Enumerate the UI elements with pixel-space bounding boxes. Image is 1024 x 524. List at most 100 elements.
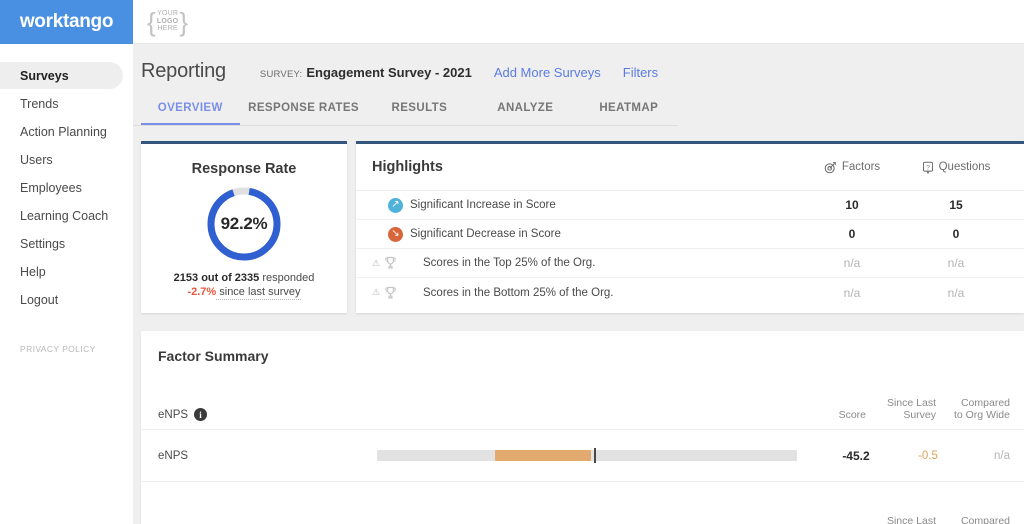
highlights-questions-value: n/a (947, 285, 965, 300)
highlights-icon-slot: ⚠ (372, 286, 416, 300)
sidebar-item-help[interactable]: Help (0, 258, 133, 285)
highlights-title: Highlights (372, 159, 443, 175)
factor-compared-value: n/a (994, 449, 1010, 462)
column-header-since-last-survey: Since Last Survey (866, 515, 936, 524)
logo-placeholder-text: YOUR LOGO HERE (156, 10, 179, 33)
highlights-questions-value: 0 (952, 227, 960, 241)
tab-results[interactable]: RESULTS (368, 102, 471, 125)
factor-group-name: eNPS (158, 408, 189, 421)
question-box-icon: ? (922, 161, 933, 174)
main-area: { YOUR LOGO HERE } Reporting SURVEY: Eng… (133, 0, 1024, 524)
brand-name: worktango (19, 11, 114, 32)
logo-line-1: YOUR (157, 10, 179, 18)
highlights-factors-value: n/a (843, 285, 861, 300)
highlights-col-questions-label: Questions (938, 161, 991, 173)
highlights-row-decrease: ↘ Significant Decrease in Score 0 0 (356, 220, 1024, 249)
survey-label: SURVEY: (259, 69, 303, 80)
arrow-up-circle-icon: ↗ (388, 197, 403, 213)
header-band: Reporting SURVEY: Engagement Survey - 20… (133, 44, 1024, 126)
highlights-questions-value: n/a (947, 256, 965, 270)
response-rate-percent: 92.2% (220, 214, 268, 233)
filters-link[interactable]: Filters (623, 65, 658, 80)
info-icon[interactable]: i (194, 408, 208, 421)
column-header-since-last-survey: Since Last Survey (866, 397, 936, 421)
highlights-questions-value: 15 (949, 198, 963, 212)
factor-score-value: -45.2 (842, 448, 870, 463)
app-root: worktango Surveys Trends Action Planning… (0, 0, 1024, 524)
highlights-row-label: Significant Increase in Score (410, 199, 556, 211)
privacy-policy-link[interactable]: PRIVACY POLICY (20, 344, 96, 354)
highlights-card: Highlights Factors ? Questions ↗ Signifi… (356, 141, 1024, 313)
sidebar-item-label: Surveys (20, 68, 69, 83)
add-more-surveys-link[interactable]: Add More Surveys (494, 65, 601, 80)
sidebar-item-trends[interactable]: Trends (0, 90, 133, 117)
factor-row-name: eNPS (158, 449, 189, 462)
tab-analyze[interactable]: ANALYZE (471, 102, 579, 125)
brace-left-icon: { (147, 6, 156, 37)
key-factors-header: Key Factors Score Since Last Survey Comp… (141, 496, 1024, 524)
highlights-row-top25: ⚠ Scores in the Top 25% of the Org. n/a … (356, 249, 1024, 278)
content-area: Response Rate 92.2% 2153 out of 2335 res… (133, 126, 1024, 524)
survey-name: Engagement Survey - 2021 (306, 65, 472, 80)
sidebar-nav: Surveys Trends Action Planning Users Emp… (0, 44, 133, 313)
sidebar-item-learning-coach[interactable]: Learning Coach (0, 202, 133, 229)
header-row: Reporting SURVEY: Engagement Survey - 20… (133, 60, 1024, 83)
tab-response-rates[interactable]: RESPONSE RATES (240, 102, 368, 125)
highlights-row-label-wrap: ⚠ Scores in the Bottom 25% of the Org. (372, 286, 800, 300)
compared-line1: Compared (960, 515, 1010, 524)
warning-triangle-icon: ⚠ (372, 257, 381, 268)
arrow-down-circle-icon: ↘ (388, 226, 403, 242)
responded-word: responded (259, 272, 315, 284)
survey-selector[interactable]: SURVEY: Engagement Survey - 2021 (260, 65, 472, 80)
sidebar-item-employees[interactable]: Employees (0, 174, 133, 201)
sidebar-item-label: Help (20, 264, 46, 279)
sidebar-item-label: Employees (20, 180, 82, 195)
highlights-col-questions: ? Questions (904, 161, 1008, 174)
column-header-compared-to-org: Compared to Org Wide (936, 515, 1010, 524)
response-delta-value: -2.7% (187, 286, 217, 298)
highlights-col-factors: Factors (800, 161, 904, 174)
factor-bar-marker (593, 448, 596, 463)
response-delta-label: since last survey (216, 286, 301, 300)
sidebar-item-logout[interactable]: Logout (0, 286, 133, 313)
highlights-row-label-wrap: ↘ Significant Decrease in Score (372, 226, 800, 242)
column-header-compared-to-org: Compared to Org Wide (936, 397, 1010, 421)
sidebar-item-surveys[interactable]: Surveys (0, 62, 123, 89)
highlights-row-label: Scores in the Top 25% of the Org. (423, 257, 596, 269)
responded-summary: 2153 out of 2335 responded (141, 272, 347, 284)
warning-triangle-icon: ⚠ (372, 287, 381, 297)
sidebar-item-users[interactable]: Users (0, 146, 133, 173)
factor-summary-group-header: eNPS i Score Since Last Survey Compared … (141, 378, 1024, 430)
compared-line1: Compared (960, 397, 1010, 409)
highlights-factors-value: n/a (843, 256, 861, 270)
since-last-line1: Since Last (886, 397, 936, 409)
responded-counts: 2153 out of 2335 (173, 272, 260, 284)
response-rate-card: Response Rate 92.2% 2153 out of 2335 res… (141, 141, 347, 313)
target-icon (824, 161, 836, 173)
compared-line2: to Org Wide (953, 409, 1010, 421)
top-bar: { YOUR LOGO HERE } (133, 0, 1024, 44)
sidebar-item-action-planning[interactable]: Action Planning (0, 118, 133, 145)
factor-since-last-value: -0.5 (918, 449, 938, 462)
highlights-factors-value: 10 (845, 198, 859, 212)
response-rate-title: Response Rate (191, 161, 297, 177)
response-rate-donut-wrap: 92.2% (141, 185, 347, 263)
sidebar-item-settings[interactable]: Settings (0, 230, 133, 257)
sidebar: worktango Surveys Trends Action Planning… (0, 0, 133, 524)
sidebar-item-label: Action Planning (20, 124, 107, 139)
highlights-row-label: Scores in the Bottom 25% of the Org. (423, 286, 614, 299)
highlights-row-label-wrap: ↗ Significant Increase in Score (372, 197, 800, 213)
tab-heatmap[interactable]: HEATMAP (579, 102, 678, 125)
factor-group-name-wrap: eNPS i (158, 408, 804, 421)
highlights-factors-value: 0 (848, 227, 856, 241)
brand-logo[interactable]: worktango (0, 0, 133, 44)
since-last-line2: Survey (903, 409, 936, 421)
sidebar-item-label: Trends (20, 96, 59, 111)
overview-cards: Response Rate 92.2% 2153 out of 2335 res… (141, 141, 1024, 313)
trophy-icon (385, 256, 396, 269)
highlights-row-label: Significant Decrease in Score (410, 228, 561, 240)
svg-text:?: ? (926, 164, 930, 171)
highlights-row-bottom25: ⚠ Scores in the Bottom 25% of the Org. n… (356, 278, 1024, 307)
sidebar-item-label: Learning Coach (20, 208, 109, 223)
tab-overview[interactable]: OVERVIEW (141, 102, 240, 125)
